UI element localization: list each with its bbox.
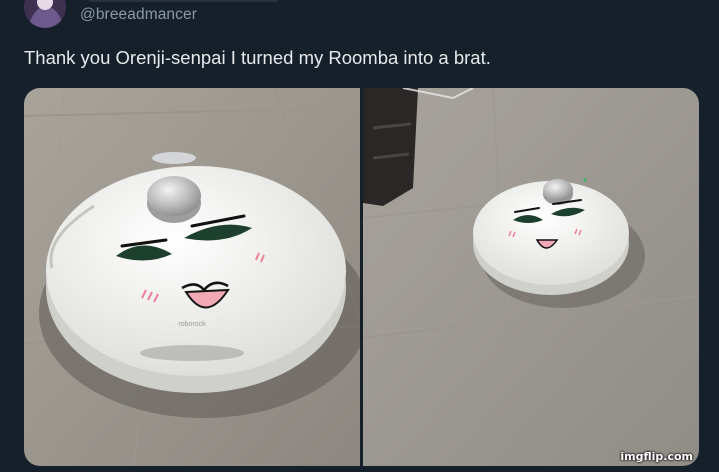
imgflip-watermark: imgflip.com — [620, 450, 693, 463]
user-handle[interactable]: @breeadmancer — [80, 6, 197, 24]
avatar-image — [24, 0, 66, 28]
roomba-photo-wide[interactable] — [363, 88, 699, 466]
roomba-photo-closeup[interactable]: roborock — [24, 88, 360, 466]
avatar[interactable] — [24, 0, 66, 28]
brand-print: roborock — [178, 321, 206, 328]
display-name-cropped — [88, 0, 278, 2]
tweet: @breeadmancer Thank you Orenji-senpai I … — [0, 0, 719, 472]
tweet-text: Thank you Orenji-senpai I turned my Room… — [24, 47, 491, 68]
tweet-media[interactable]: roborock imgflip.com — [24, 88, 699, 466]
